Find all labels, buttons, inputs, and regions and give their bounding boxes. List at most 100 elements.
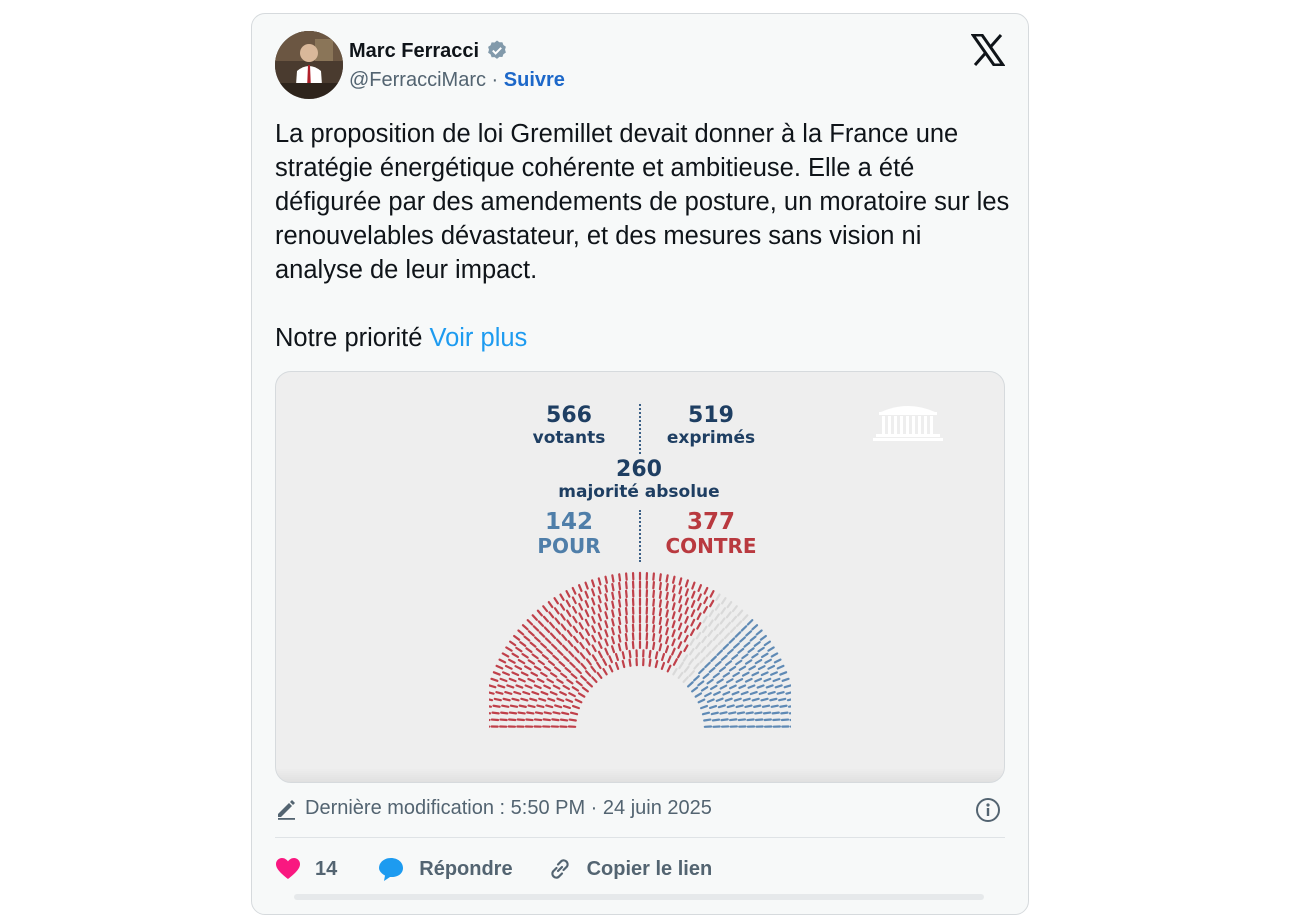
seat-pour — [744, 699, 750, 701]
seat-contre — [525, 666, 530, 669]
seat-abstention — [703, 627, 706, 632]
seat-contre — [581, 676, 586, 680]
author-handle[interactable]: @FerracciMarc — [349, 69, 486, 91]
seat-contre — [679, 605, 681, 611]
seat-pour — [755, 679, 761, 681]
seat-contre — [673, 630, 675, 636]
seat-pour — [772, 706, 778, 707]
seat-contre — [506, 666, 512, 669]
seat-contre — [571, 713, 577, 715]
seat-pour — [786, 692, 791, 694]
seat-pour — [713, 720, 719, 721]
seat-pour — [703, 713, 709, 715]
seat-pour — [749, 648, 754, 652]
seat-contre — [560, 692, 566, 695]
handle-row: @FerracciMarc · Suivre — [349, 69, 565, 92]
seat-contre — [539, 621, 543, 626]
seat-contre — [673, 612, 675, 618]
seat-contre — [599, 624, 601, 630]
seat-contre — [573, 607, 576, 612]
seat-contre — [566, 668, 571, 672]
seat-pour — [755, 642, 760, 646]
reply-button[interactable]: Répondre — [377, 856, 512, 882]
seat-contre — [574, 637, 578, 642]
seat-contre — [579, 595, 582, 601]
seat-contre — [545, 627, 549, 632]
seat-contre — [691, 620, 694, 626]
vote-result-image[interactable]: 566 votants 519 exprimés 260 majorité ab… — [275, 371, 1005, 783]
seat-contre — [599, 652, 602, 657]
hemicycle-chart — [489, 568, 791, 738]
seat-contre — [667, 575, 668, 581]
seat-contre — [577, 681, 582, 685]
seat-pour — [765, 642, 770, 645]
follow-button[interactable]: Suivre — [504, 69, 565, 91]
seat-contre — [537, 649, 542, 653]
seat-contre — [514, 636, 519, 640]
author-name[interactable]: Marc Ferracci — [349, 40, 479, 63]
seat-contre — [633, 642, 634, 648]
seat-contre — [520, 706, 526, 707]
seat-pour — [765, 660, 770, 663]
seat-contre — [679, 624, 681, 630]
seat-contre — [692, 601, 694, 607]
seat-contre — [660, 600, 661, 606]
seat-contre — [519, 679, 525, 681]
see-more-link[interactable]: Voir plus — [429, 324, 527, 352]
seat-contre — [496, 692, 502, 694]
seat-contre — [660, 592, 661, 598]
seat-pour — [727, 679, 732, 682]
seat-contre — [666, 619, 668, 625]
seat-contre — [573, 588, 576, 594]
pour-value: 142 — [518, 510, 620, 534]
like-button[interactable]: 14 — [275, 857, 337, 881]
copy-link-button[interactable]: Copier le lien — [547, 856, 713, 882]
seat-abstention — [704, 617, 707, 622]
seat-contre — [599, 614, 601, 620]
seat-contre — [592, 599, 594, 605]
seat-contre — [686, 580, 688, 586]
seat-pour — [743, 673, 748, 676]
verified-badge-icon — [485, 39, 509, 63]
seat-contre — [612, 637, 614, 643]
seat-pour — [730, 686, 736, 689]
seat-pour — [746, 679, 752, 682]
seat-contre — [521, 699, 527, 701]
seat-contre — [605, 630, 607, 636]
seat-pour — [737, 706, 743, 707]
seat-contre — [626, 574, 627, 580]
majorite-label: majorité absolue — [546, 482, 732, 502]
seat-contre — [546, 705, 552, 707]
author-name-row[interactable]: Marc Ferracci — [349, 39, 509, 63]
seat-contre — [579, 693, 584, 696]
seat-contre — [592, 589, 594, 595]
seat-pour — [702, 687, 707, 690]
seat-contre — [593, 655, 596, 660]
seat-abstention — [721, 618, 725, 623]
seat-contre — [575, 647, 579, 652]
author-avatar[interactable] — [275, 31, 343, 99]
seat-contre — [685, 626, 688, 632]
seat-pour — [705, 663, 709, 667]
seat-pour — [759, 666, 765, 669]
seat-pour — [708, 680, 713, 684]
seat-contre — [572, 674, 577, 678]
seat-contre — [529, 660, 534, 663]
seat-contre — [518, 631, 523, 635]
seat-contre — [586, 601, 588, 607]
seat-contre — [580, 633, 583, 638]
seat-contre — [586, 592, 588, 598]
seat-contre — [519, 713, 525, 714]
seat-contre — [539, 661, 544, 665]
seat-contre — [619, 609, 620, 615]
seat-contre — [692, 610, 695, 616]
seat-contre — [531, 673, 536, 676]
x-logo-icon[interactable] — [971, 34, 1005, 66]
info-icon[interactable] — [975, 797, 1001, 823]
seat-pour — [732, 655, 737, 659]
seat-contre — [503, 653, 508, 656]
link-icon — [547, 856, 573, 882]
seat-pour — [778, 666, 784, 669]
seat-contre — [505, 692, 511, 694]
seat-contre — [673, 577, 674, 583]
